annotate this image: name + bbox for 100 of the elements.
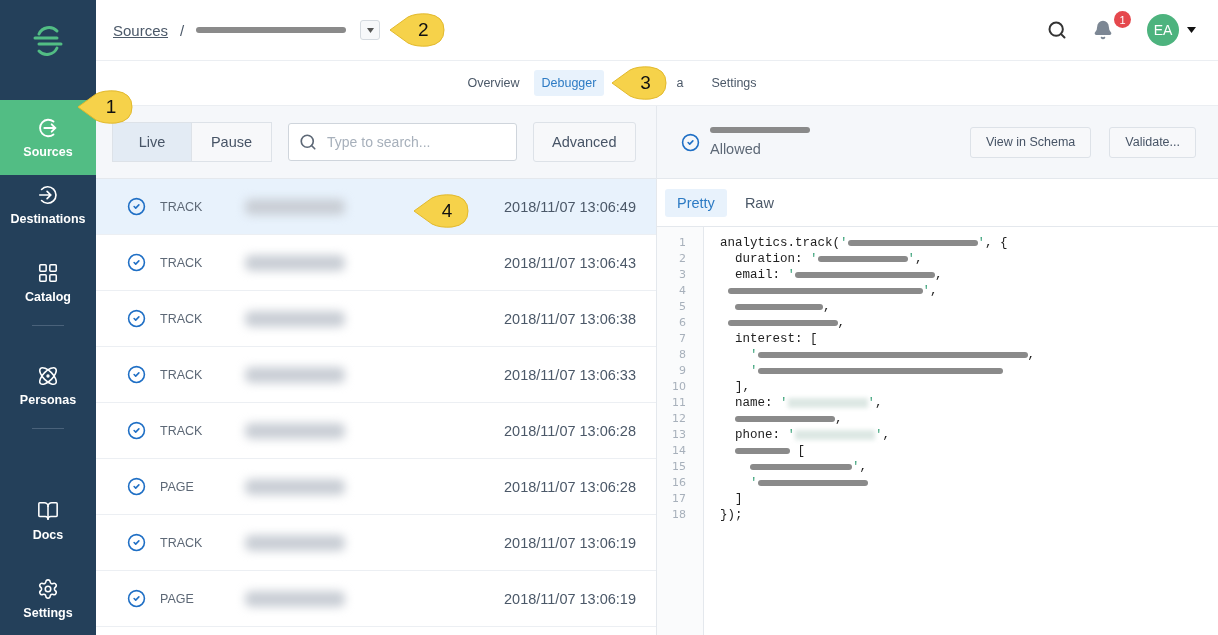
event-type: TRACK <box>160 423 204 438</box>
page-tab[interactable]: Settings <box>703 70 765 96</box>
code-string: ' <box>977 236 986 250</box>
line-number: 15 <box>672 459 687 475</box>
line-number: 1 <box>679 235 687 251</box>
code-text: }); <box>720 508 743 522</box>
book-icon <box>37 500 59 522</box>
callout-marker: 3 <box>610 65 669 101</box>
sidebar-item[interactable]: Settings <box>0 569 96 629</box>
code-text: , <box>823 300 831 314</box>
line-number: 18 <box>672 507 687 523</box>
check-circle-icon <box>127 253 146 272</box>
code-string: ' <box>840 236 848 250</box>
event-time: 2018/11/07 13:06:43 <box>504 254 636 271</box>
code-text: email: <box>734 268 781 282</box>
line-number: 3 <box>679 267 687 283</box>
code-string: ' <box>749 476 758 490</box>
line-number: 10 <box>672 379 687 395</box>
grid-icon <box>37 262 59 284</box>
mode-toggle-button[interactable]: Live <box>112 122 192 162</box>
line-number: 4 <box>679 283 687 299</box>
event-time: 2018/11/07 13:06:33 <box>504 366 636 383</box>
check-circle-icon <box>127 589 146 608</box>
code-text: , <box>930 284 938 298</box>
notifications-button[interactable] <box>1093 20 1113 40</box>
code-text: , <box>935 268 943 282</box>
breadcrumb-link[interactable]: Sources <box>113 21 169 39</box>
event-time: 2018/11/07 13:06:19 <box>504 590 636 607</box>
code-text: phone: <box>734 428 781 442</box>
event-type: TRACK <box>160 255 204 270</box>
code-text: , <box>875 396 883 410</box>
event-time: 2018/11/07 13:06:28 <box>504 478 636 495</box>
page-tab[interactable]: a <box>674 70 686 96</box>
view-tab[interactable]: Pretty <box>665 188 727 217</box>
event-type: TRACK <box>160 199 204 214</box>
code-string: ' <box>867 396 876 410</box>
sidebar-item[interactable]: Destinations <box>0 175 96 235</box>
line-number: 12 <box>672 411 687 427</box>
arrow-in-circle-icon <box>37 184 59 206</box>
event-time: 2018/11/07 13:06:28 <box>504 422 636 439</box>
check-circle-icon <box>127 197 146 216</box>
mode-toggle-button[interactable]: Pause <box>192 122 272 162</box>
caret-icon <box>366 27 374 33</box>
code-string: ' <box>787 428 796 442</box>
advanced-button[interactable]: Advanced <box>533 122 636 162</box>
code-string: ' <box>875 428 883 442</box>
code-string: ' <box>852 460 860 474</box>
code-string: ' <box>787 268 796 282</box>
detail-action-button[interactable]: View in Schema <box>969 126 1092 158</box>
atom-icon <box>37 365 59 387</box>
code-text: , { <box>985 236 1008 250</box>
line-number: 6 <box>679 315 687 331</box>
sources-icon <box>37 116 59 139</box>
line-number: 5 <box>679 299 687 315</box>
code-string: ' <box>749 348 758 362</box>
callout-marker: 4 <box>412 193 470 229</box>
check-circle-icon <box>127 309 146 328</box>
code-text: interest: [ <box>734 332 818 346</box>
sidebar-item[interactable]: Personas <box>0 356 96 416</box>
event-time: 2018/11/07 13:06:49 <box>504 198 636 215</box>
event-status: Allowed <box>710 141 762 157</box>
code-text: name: <box>734 396 774 410</box>
callout-marker: 2 <box>388 12 447 48</box>
sidebar-item[interactable]: Catalog <box>0 253 96 313</box>
check-circle-icon <box>681 132 700 152</box>
line-number: 14 <box>672 443 687 459</box>
line-number: 16 <box>672 475 687 491</box>
event-type: TRACK <box>160 535 204 550</box>
view-tab[interactable]: Raw <box>732 188 786 217</box>
code-text: , <box>882 428 891 442</box>
code-text: ] <box>734 492 743 506</box>
breadcrumb-separator: / <box>180 21 185 39</box>
code-text: analytics.track( <box>720 236 841 250</box>
check-circle-icon <box>127 365 146 384</box>
page-tab[interactable]: Overview <box>459 70 528 96</box>
callout-marker: 1 <box>76 89 134 125</box>
source-dropdown-button[interactable] <box>360 20 381 40</box>
notification-count: 1 <box>1114 11 1131 28</box>
page-tab[interactable]: Debugger <box>533 70 605 96</box>
event-type: PAGE <box>160 479 195 494</box>
search-icon <box>299 133 317 151</box>
check-circle-icon <box>127 477 146 496</box>
logo-icon[interactable] <box>31 25 65 57</box>
event-type: PAGE <box>160 591 195 606</box>
detail-action-button[interactable]: Validate... <box>1109 126 1196 158</box>
line-number: 2 <box>679 251 687 267</box>
sidebar-item[interactable]: Docs <box>0 491 96 551</box>
code-text: , <box>1027 348 1036 362</box>
search-button[interactable] <box>1047 20 1067 40</box>
line-number: 13 <box>672 427 687 443</box>
code-text: , <box>915 252 923 266</box>
code-text: , <box>837 316 845 330</box>
code-string: ' <box>749 364 758 378</box>
line-number: 11 <box>672 395 687 411</box>
line-number: 9 <box>679 363 687 379</box>
code-string: ' <box>922 284 930 298</box>
caret-icon[interactable] <box>1187 27 1196 33</box>
search-field[interactable]: Type to search... <box>288 123 517 161</box>
code-string: ' <box>907 252 916 266</box>
check-circle-icon <box>127 533 146 552</box>
